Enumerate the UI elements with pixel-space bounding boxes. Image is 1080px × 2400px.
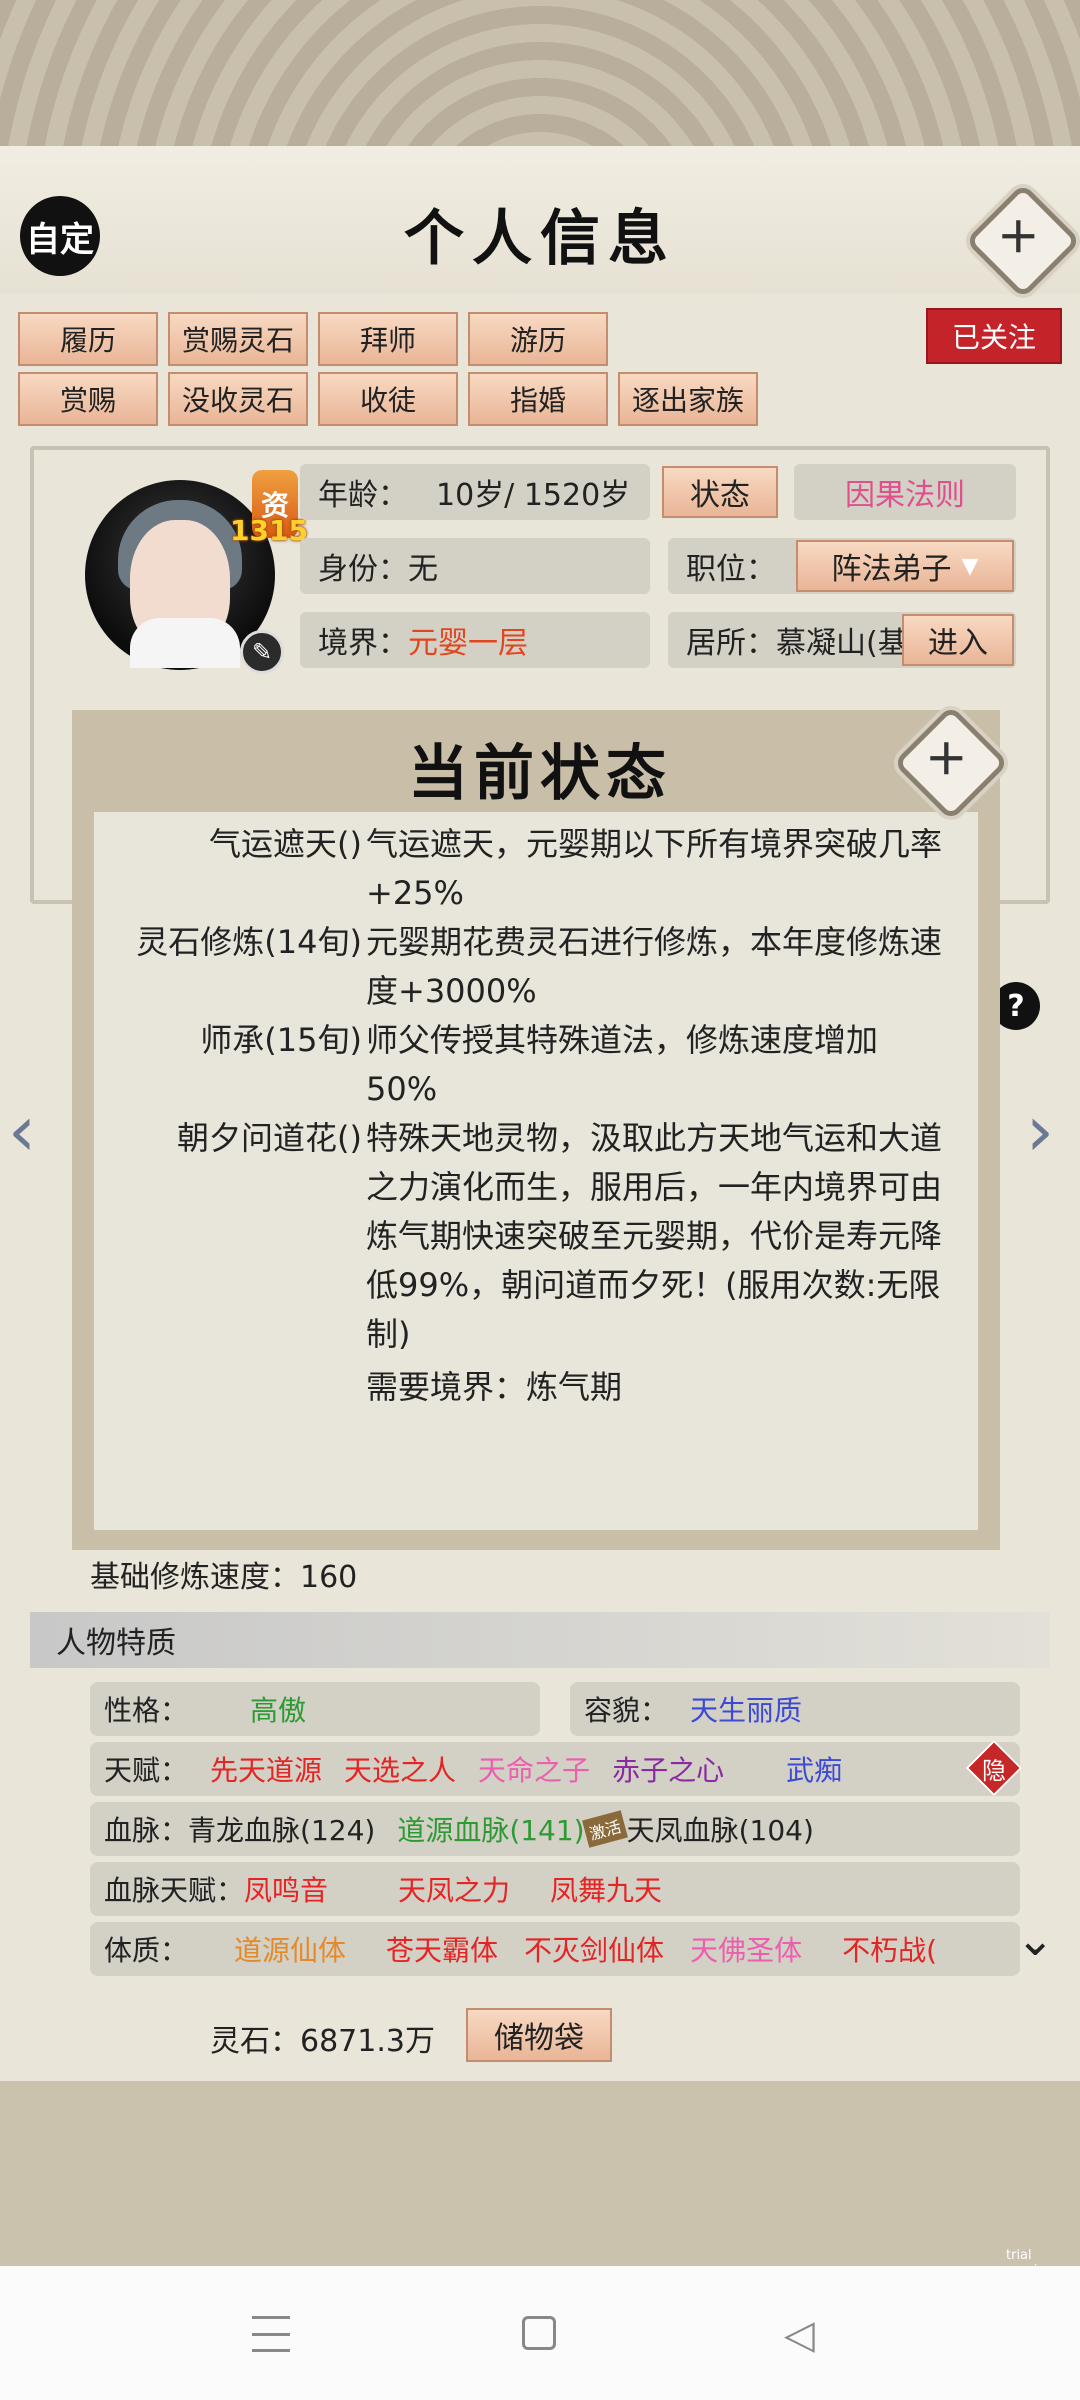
enter-button[interactable]: 进入 [902, 614, 1014, 666]
reward-stones-button[interactable]: 赏赐灵石 [168, 312, 308, 366]
status-name: 灵石修炼(14旬) [136, 923, 362, 961]
talent-item[interactable]: 天选之人 [344, 1749, 456, 1789]
bloodline-talent-item[interactable]: 凤鸣音 [244, 1869, 328, 1909]
identity-field: 身份： 无 [300, 538, 650, 594]
bloodline-row: 血脉： 青龙血脉(124) 道源血脉(141) 激活 天凤血脉(104) [90, 1802, 1020, 1856]
realm-field: 境界： 元婴一层 [300, 612, 650, 668]
physique-item[interactable]: 苍天霸体 [386, 1929, 498, 1969]
arrange-marriage-button[interactable]: 指婚 [468, 372, 608, 426]
status-desc: 气运遮天，元婴期以下所有境界突破几率+25% [366, 825, 943, 912]
physique-label: 体质： [104, 1934, 189, 1967]
bloodline-talent-row: 血脉天赋： 凤鸣音 天凤之力 凤舞九天 [90, 1862, 1020, 1916]
chevron-left-icon[interactable]: ‹ [8, 1090, 36, 1172]
followed-button[interactable]: 已关注 [926, 308, 1062, 364]
physique-row: 体质： 道源仙体 苍天霸体 不灭剑仙体 天佛圣体 不朽战( [90, 1922, 1020, 1976]
spirit-stones-total: 灵石：6871.3万 [210, 2024, 435, 2059]
physique-item[interactable]: 不朽战( [842, 1929, 937, 1969]
appearance-row: 容貌： 天生丽质 [570, 1682, 1020, 1736]
status-name: 师承(15旬) [200, 1021, 362, 1059]
traits-section-title: 人物特质 [30, 1612, 1050, 1668]
physique-item[interactable]: 道源仙体 [234, 1929, 346, 1969]
talent-item[interactable]: 武痴 [786, 1749, 842, 1789]
bloodline-label: 血脉： [104, 1814, 189, 1847]
bloodline-item[interactable]: 天凤血脉(104) [627, 1809, 814, 1849]
residence-label: 居所： [686, 626, 776, 661]
chevron-down-icon: ▼ [961, 553, 979, 579]
home-icon[interactable] [522, 2316, 556, 2350]
avatar-body [130, 618, 240, 668]
decorative-wave-band [0, 0, 1080, 150]
personality-label: 性格： [104, 1694, 189, 1727]
age-label: 年龄： [318, 478, 408, 513]
confiscate-stones-button[interactable]: 没收灵石 [168, 372, 308, 426]
karma-button[interactable]: 因果法则 [794, 464, 1016, 520]
status-button[interactable]: 状态 [662, 466, 778, 518]
modal-title: 当前状态 [408, 739, 672, 809]
take-disciple-button[interactable]: 收徒 [318, 372, 458, 426]
custom-button[interactable]: 自定 [20, 196, 100, 276]
back-icon[interactable]: ◁ [784, 2312, 815, 2358]
realm-value: 元婴一层 [408, 626, 528, 661]
pencil-icon[interactable]: ✎ [240, 630, 284, 674]
reward-button[interactable]: 赏赐 [18, 372, 158, 426]
talent-item[interactable]: 赤子之心 [612, 1749, 724, 1789]
chevron-right-icon[interactable]: › [1026, 1090, 1054, 1172]
status-name: 气运遮天() [209, 825, 362, 863]
activated-badge: 激活 [581, 1810, 628, 1848]
bottom-band [0, 2081, 1080, 2266]
status-desc: 元婴期花费灵石进行修炼，本年度修炼速度+3000% [366, 923, 943, 1010]
realm-label: 境界： [318, 626, 408, 661]
bloodline-talent-item[interactable]: 凤舞九天 [550, 1869, 662, 1909]
identity-label: 身份： [318, 552, 408, 587]
bloodline-item[interactable]: 青龙血脉(124) [188, 1809, 375, 1849]
storage-bag-button[interactable]: 储物袋 [466, 2008, 612, 2062]
age-field: 年龄： 10岁/ 1520岁 [300, 464, 650, 520]
physique-item[interactable]: 天佛圣体 [690, 1929, 802, 1969]
status-requirement: 需要境界：炼气期 [366, 1368, 623, 1406]
personality-row: 性格： 高傲 [90, 1682, 540, 1736]
residence-value: 慕凝山(基 [776, 626, 908, 661]
position-dropdown[interactable]: 阵法弟子 ▼ [796, 540, 1014, 592]
talent-item[interactable]: 天命之子 [478, 1749, 590, 1789]
aptitude-value: 1315 [230, 514, 308, 547]
close-icon: ✕ [987, 205, 1051, 269]
talent-row: 天赋： 先天道源 天选之人 天命之子 赤子之心 武痴 [90, 1742, 1020, 1796]
expand-down-icon[interactable]: ⌄ [1016, 1912, 1055, 1966]
status-desc: 特殊天地灵物，汲取此方天地气运和大道之力演化而生，服用后，一年内境界可由炼气期快… [366, 1119, 943, 1353]
modal-close-button[interactable]: ✕ [893, 705, 1009, 821]
status-desc: 师父传授其特殊道法，修炼速度增加50% [366, 1021, 879, 1108]
base-cultivation-speed: 基础修炼速度：160 [90, 1560, 358, 1595]
hide-icon[interactable]: 隐 [974, 1748, 1014, 1788]
age-value: 10岁/ 1520岁 [436, 478, 631, 513]
personality-value: 高傲 [250, 1694, 307, 1727]
appearance-value: 天生丽质 [690, 1694, 803, 1727]
expel-button[interactable]: 逐出家族 [618, 372, 758, 426]
talent-item[interactable]: 先天道源 [210, 1749, 322, 1789]
physique-item[interactable]: 不灭剑仙体 [524, 1929, 664, 1969]
travel-button[interactable]: 游历 [468, 312, 608, 366]
position-label: 职位： [686, 552, 776, 587]
identity-value: 无 [408, 552, 438, 587]
position-value: 阵法弟子 [831, 552, 952, 587]
menu-icon[interactable] [252, 2316, 290, 2352]
resume-button[interactable]: 履历 [18, 312, 158, 366]
close-button[interactable]: ✕ [965, 183, 1080, 299]
bloodline-talent-item[interactable]: 天凤之力 [398, 1869, 510, 1909]
bloodline-talent-label: 血脉天赋： [104, 1874, 245, 1907]
close-icon: ✕ [915, 727, 979, 791]
appearance-label: 容貌： [584, 1694, 669, 1727]
status-name: 朝夕问道花() [177, 1119, 362, 1157]
talent-label: 天赋： [104, 1754, 189, 1787]
become-disciple-button[interactable]: 拜师 [318, 312, 458, 366]
bloodline-item[interactable]: 道源血脉(141) [397, 1809, 584, 1849]
page-title: 个人信息 [404, 204, 676, 274]
